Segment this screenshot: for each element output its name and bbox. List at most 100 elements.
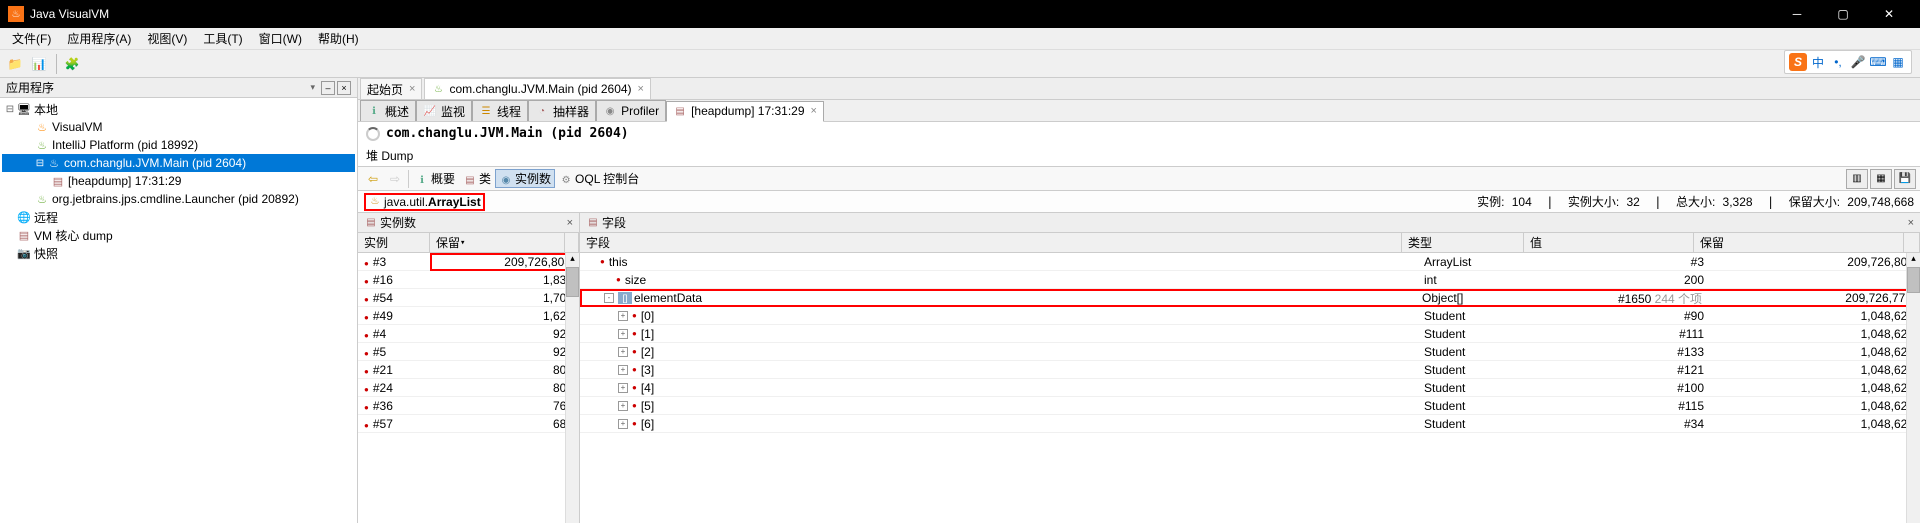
scrollbar-thumb[interactable] <box>566 267 579 297</box>
expand-icon[interactable]: + <box>618 329 628 339</box>
scroll-up-icon[interactable]: ▴ <box>566 253 579 267</box>
menu-file[interactable]: 文件(F) <box>4 28 59 49</box>
ime-menu-icon[interactable]: ▦ <box>1889 53 1907 71</box>
sogou-icon[interactable]: S <box>1789 53 1807 71</box>
tree-node-heapdump[interactable]: ▤[heapdump] 17:31:29 <box>2 172 355 190</box>
java-icon: ♨ <box>34 192 50 206</box>
process-heading: com.changlu.JVM.Main (pid 2604) <box>386 126 629 141</box>
tree-node-local[interactable]: ⊟🖥本地 <box>2 100 355 118</box>
dump-icon: 🧩 <box>65 57 80 71</box>
table-row[interactable]: +●[5]Student#1151,048,624 <box>580 397 1920 415</box>
expand-icon[interactable]: - <box>604 293 614 303</box>
table-row[interactable]: ●sizeint200 <box>580 271 1920 289</box>
open-app-dump-button[interactable]: 📁 <box>4 53 26 75</box>
minimize-button[interactable]: ─ <box>1774 0 1820 28</box>
tree-node-intellij[interactable]: ♨IntelliJ Platform (pid 18992) <box>2 136 355 154</box>
expand-icon[interactable]: + <box>618 383 628 393</box>
expand-icon[interactable]: + <box>618 347 628 357</box>
scrollbar[interactable]: ▴ <box>565 253 579 523</box>
tree-node-remote[interactable]: 🌐远程 <box>2 208 355 226</box>
tree-node-main[interactable]: ⊟♨com.changlu.JVM.Main (pid 2604) <box>2 154 355 172</box>
plugin-button[interactable]: 🧩 <box>61 53 83 75</box>
tab-close-icon[interactable]: × <box>638 83 644 95</box>
expand-icon[interactable]: + <box>618 365 628 375</box>
java-icon: ♨ <box>431 82 445 96</box>
tab-main-process[interactable]: ♨com.changlu.JVM.Main (pid 2604)× <box>424 78 651 99</box>
subtab-overview[interactable]: ℹ概述 <box>360 100 416 121</box>
scroll-up-icon[interactable]: ▴ <box>1907 253 1920 267</box>
table-row[interactable]: ●thisArrayList#3209,726,808 <box>580 253 1920 271</box>
scrollbar-thumb[interactable] <box>1907 267 1920 293</box>
nav-oql[interactable]: ⚙OQL 控制台 <box>555 170 643 188</box>
nav-classes[interactable]: ▤类 <box>459 170 495 188</box>
table-row[interactable]: ●#21801 <box>358 361 579 379</box>
panel-close-button[interactable]: × <box>567 217 573 229</box>
table-row[interactable]: +●[2]Student#1331,048,624 <box>580 343 1920 361</box>
close-button[interactable]: ✕ <box>1866 0 1912 28</box>
subtab-monitor[interactable]: 📈监视 <box>416 100 472 121</box>
nav-forward-button[interactable]: ⇨ <box>384 169 406 189</box>
table-row[interactable]: ●#541,708 <box>358 289 579 307</box>
menu-view[interactable]: 视图(V) <box>139 28 195 49</box>
table-row[interactable]: ●#4928 <box>358 325 579 343</box>
maximize-button[interactable]: ▢ <box>1820 0 1866 28</box>
table-row[interactable]: +●[1]Student#1111,048,624 <box>580 325 1920 343</box>
panel-close-button[interactable]: × <box>1908 217 1914 229</box>
ime-punct-icon[interactable]: •, <box>1829 53 1847 71</box>
nav-action-2[interactable]: ▦ <box>1870 169 1892 189</box>
fields-table-body[interactable]: ●thisArrayList#3209,726,808●sizeint200-[… <box>580 253 1920 523</box>
subtab-heapdump[interactable]: ▤[heapdump] 17:31:29× <box>666 101 824 122</box>
table-row[interactable]: -[]elementDataObject[]#1650 244 个项209,72… <box>580 289 1920 307</box>
col-value[interactable]: 值 <box>1524 233 1694 252</box>
nav-back-button[interactable]: ⇦ <box>362 169 384 189</box>
sidebar-close-button[interactable]: × <box>337 81 351 95</box>
menu-applications[interactable]: 应用程序(A) <box>59 28 139 49</box>
scrollbar[interactable]: ▴ <box>1906 253 1920 523</box>
tree-node-vmdump[interactable]: ▤VM 核心 dump <box>2 226 355 244</box>
table-row[interactable]: ●#57682 <box>358 415 579 433</box>
expand-icon[interactable]: + <box>618 419 628 429</box>
tree-node-launcher[interactable]: ♨org.jetbrains.jps.cmdline.Launcher (pid… <box>2 190 355 208</box>
table-row[interactable]: ●#491,623 <box>358 307 579 325</box>
nav-summary[interactable]: ℹ概要 <box>411 170 459 188</box>
menu-help[interactable]: 帮助(H) <box>310 28 367 49</box>
table-row[interactable]: ●#5928 <box>358 343 579 361</box>
table-row[interactable]: +●[3]Student#1211,048,624 <box>580 361 1920 379</box>
table-row[interactable]: +●[0]Student#901,048,624 <box>580 307 1920 325</box>
table-row[interactable]: +●[4]Student#1001,048,624 <box>580 379 1920 397</box>
nav-action-1[interactable]: ▥ <box>1846 169 1868 189</box>
sidebar-dropdown-icon[interactable]: ▾ <box>310 82 315 93</box>
table-row[interactable]: +●[6]Student#341,048,624 <box>580 415 1920 433</box>
tree-node-snapshot[interactable]: 📷快照 <box>2 244 355 262</box>
ime-mic-icon[interactable]: 🎤 <box>1849 53 1867 71</box>
open-snapshot-button[interactable]: 📊 <box>28 53 50 75</box>
collapse-icon[interactable]: ⊟ <box>34 158 46 169</box>
tab-close-icon[interactable]: × <box>811 105 817 117</box>
col-retained[interactable]: 保留 <box>1694 233 1904 252</box>
expand-icon[interactable]: + <box>618 401 628 411</box>
table-row[interactable]: ●#36769 <box>358 397 579 415</box>
menu-window[interactable]: 窗口(W) <box>251 28 310 49</box>
col-retained[interactable]: 保留 <box>430 233 565 252</box>
col-field[interactable]: 字段 <box>580 233 1402 252</box>
subtab-threads[interactable]: ☰线程 <box>472 100 528 121</box>
instances-table-body[interactable]: ●#3209,726,808●#161,837●#541,708●#491,62… <box>358 253 579 523</box>
col-instance[interactable]: 实例 <box>358 233 430 252</box>
subtab-sampler[interactable]: ◔抽样器 <box>528 100 596 121</box>
nav-instances[interactable]: ◉实例数 <box>495 169 555 189</box>
tree-node-visualvm[interactable]: ♨VisualVM <box>2 118 355 136</box>
sidebar-minimize-button[interactable]: – <box>321 81 335 95</box>
table-row[interactable]: ●#24801 <box>358 379 579 397</box>
expand-icon[interactable]: + <box>618 311 628 321</box>
table-row[interactable]: ●#3209,726,808 <box>358 253 579 271</box>
tab-close-icon[interactable]: × <box>409 83 415 95</box>
collapse-icon[interactable]: ⊟ <box>4 104 16 115</box>
tab-start-page[interactable]: 起始页× <box>360 78 422 99</box>
menu-tools[interactable]: 工具(T) <box>195 28 250 49</box>
col-type[interactable]: 类型 <box>1402 233 1524 252</box>
ime-lang[interactable]: 中 <box>1809 53 1827 71</box>
table-row[interactable]: ●#161,837 <box>358 271 579 289</box>
nav-action-3[interactable]: 💾 <box>1894 169 1916 189</box>
subtab-profiler[interactable]: ◉Profiler <box>596 100 666 121</box>
ime-keyboard-icon[interactable]: ⌨ <box>1869 53 1887 71</box>
